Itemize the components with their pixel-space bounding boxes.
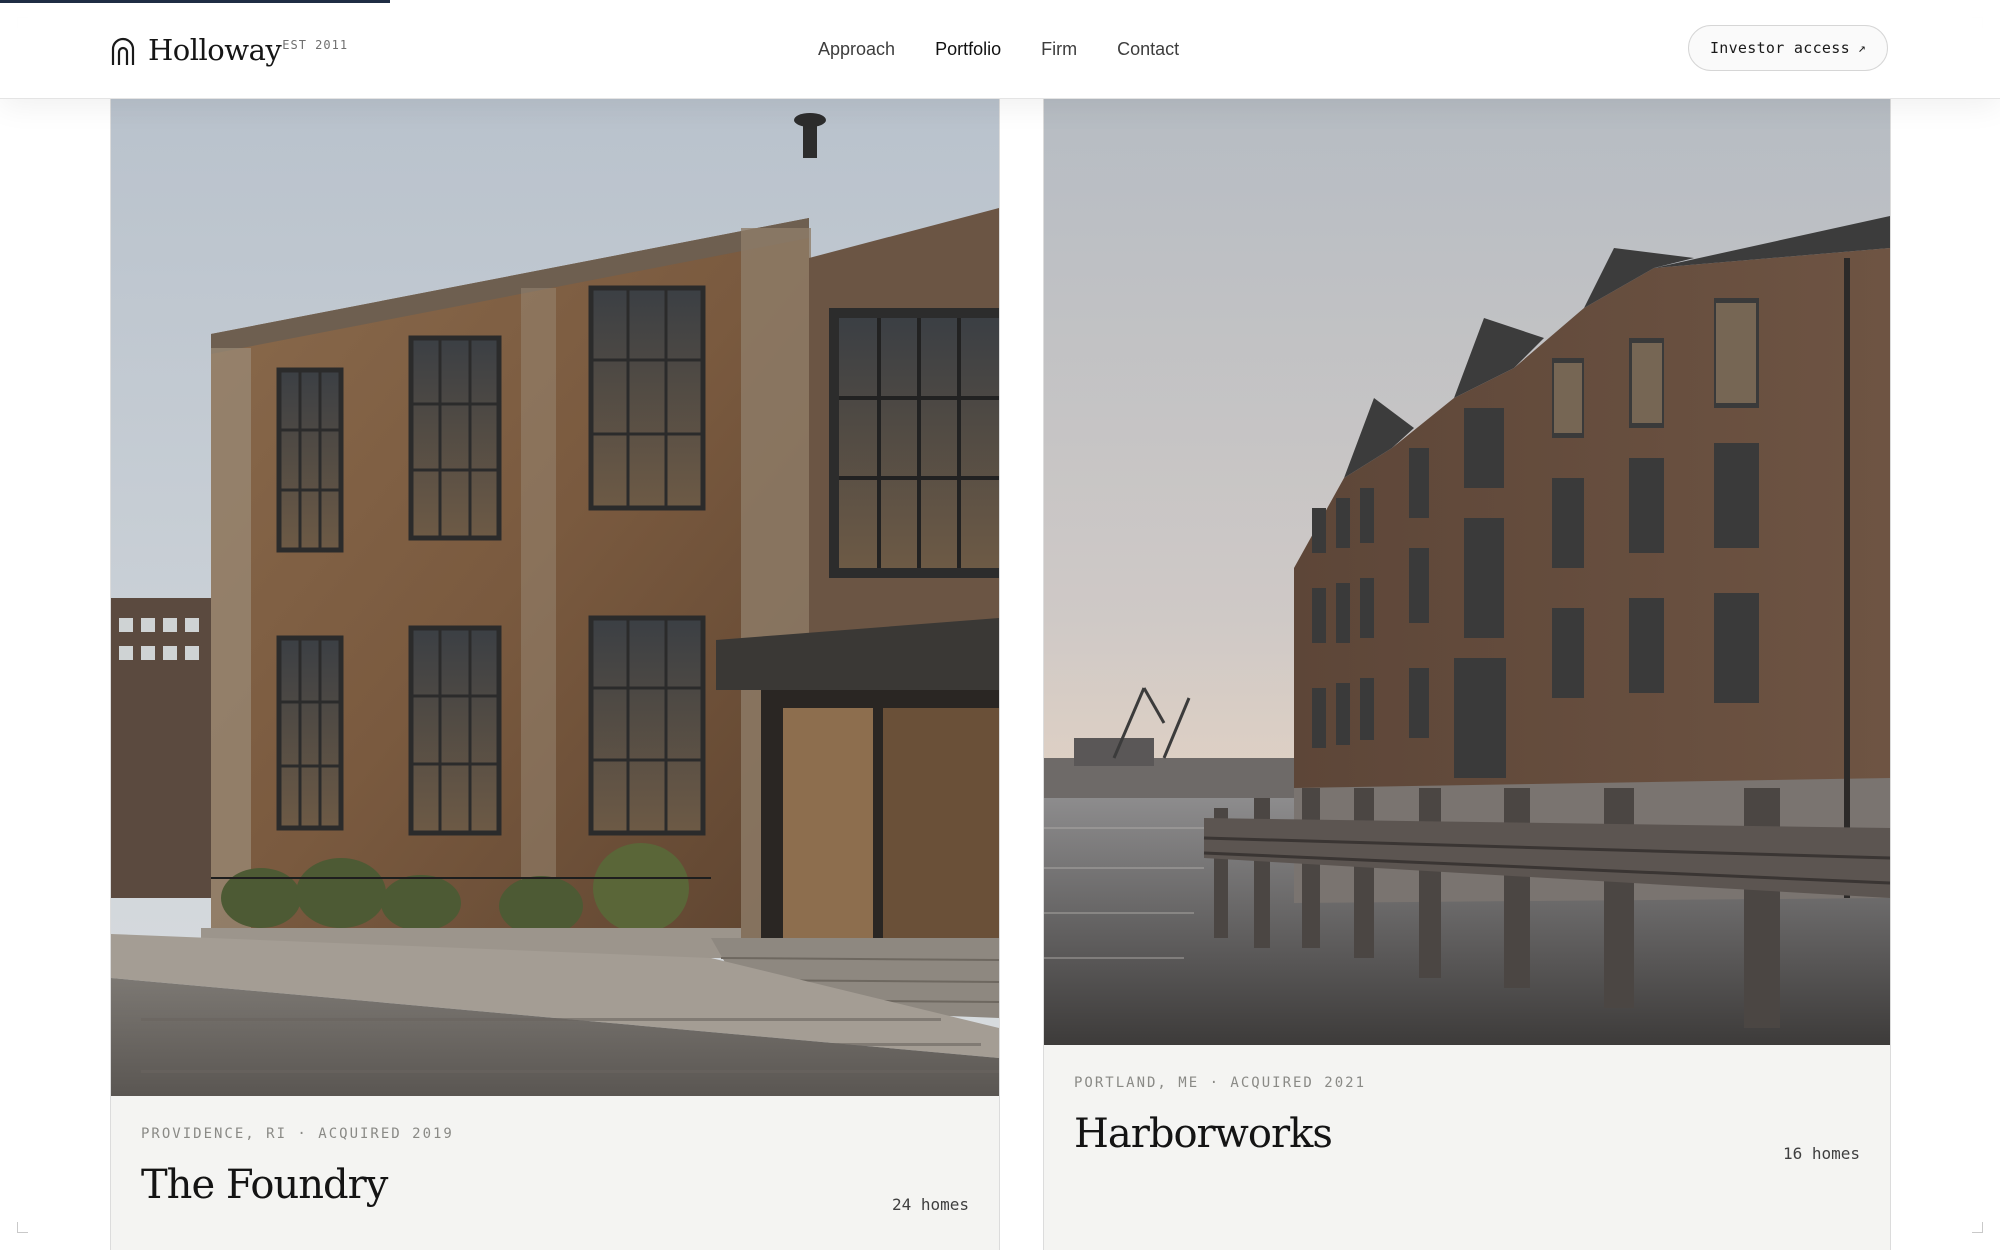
nav-approach[interactable]: Approach [818, 38, 895, 60]
brick-industrial-building-photo [111, 98, 999, 1096]
site-header: Holloway EST 2011 Approach Portfolio Fir… [0, 0, 2000, 99]
scroll-progress-bar [0, 0, 390, 3]
property-name: The Foundry [141, 1162, 388, 1208]
brand-name: Holloway [148, 33, 282, 67]
property-homes-count: 24 homes [891, 1195, 969, 1214]
main-nav: Approach Portfolio Firm Contact [818, 38, 1219, 60]
frame-corner-bottom-right [1972, 1222, 1983, 1233]
property-homes-count: 16 homes [1782, 1144, 1860, 1163]
brand-logo-link[interactable]: Holloway EST 2011 [110, 30, 348, 70]
property-card-harborworks[interactable]: PORTLAND, ME · ACQUIRED 2021 Harborworks… [1043, 98, 1891, 1250]
property-card-the-foundry[interactable]: PROVIDENCE, RI · ACQUIRED 2019 The Found… [110, 98, 1000, 1250]
arrow-up-right-icon: ↗ [1857, 40, 1867, 56]
investor-access-label: Investor access [1709, 39, 1850, 57]
frame-corner-bottom-left [17, 1222, 28, 1233]
arch-logo-icon [111, 37, 135, 65]
property-name: Harborworks [1074, 1111, 1333, 1157]
property-meta: PROVIDENCE, RI · ACQUIRED 2019 [141, 1126, 454, 1142]
nav-firm[interactable]: Firm [1041, 38, 1077, 60]
brand-established: EST 2011 [282, 38, 349, 52]
investor-access-button[interactable]: Investor access ↗ [1688, 25, 1888, 71]
nav-portfolio[interactable]: Portfolio [935, 38, 1001, 60]
property-meta: PORTLAND, ME · ACQUIRED 2021 [1074, 1075, 1367, 1091]
brick-waterfront-warehouse-photo [1044, 98, 1890, 1045]
nav-contact[interactable]: Contact [1117, 38, 1179, 60]
